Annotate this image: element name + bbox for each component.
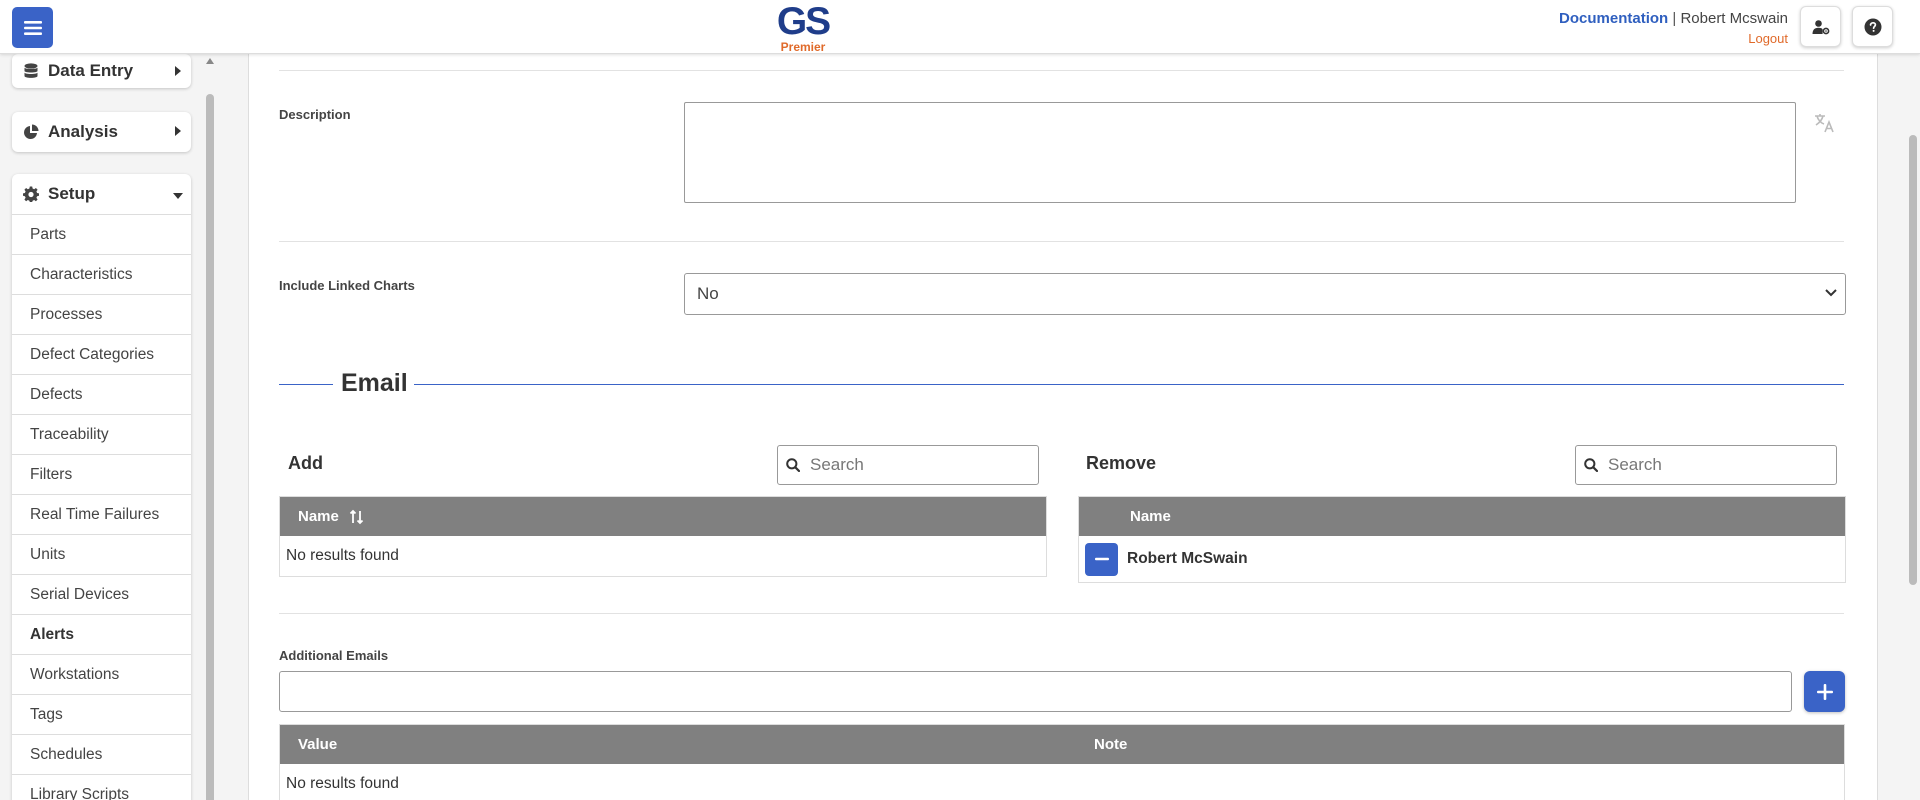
sidebar: Data Entry Analysis Setup Parts Characte… bbox=[0, 54, 200, 800]
sidebar-group-data-entry[interactable]: Data Entry bbox=[12, 54, 191, 88]
sidebar-scrollbar[interactable] bbox=[204, 54, 216, 800]
top-bar: GS Premier Documentation | Robert Mcswai… bbox=[0, 0, 1920, 54]
minus-icon bbox=[1094, 557, 1109, 561]
sidebar-item-defect-categories[interactable]: Defect Categories bbox=[12, 334, 191, 374]
additional-emails-table: Value Note No results found bbox=[279, 724, 1845, 800]
question-circle-icon bbox=[1864, 18, 1881, 35]
header-separator: | bbox=[1672, 10, 1677, 27]
sidebar-item-real-time-failures[interactable]: Real Time Failures bbox=[12, 494, 191, 534]
remove-users-table: Name Robert McSwain bbox=[1078, 496, 1846, 583]
user-cog-icon bbox=[1812, 19, 1829, 34]
sidebar-group-header[interactable]: Data Entry bbox=[12, 54, 191, 88]
user-name: Robert Mcswain bbox=[1680, 10, 1788, 27]
remove-user-button[interactable] bbox=[1085, 542, 1118, 576]
legend-line-left bbox=[279, 384, 333, 385]
include-linked-charts-label: Include Linked Charts bbox=[279, 278, 415, 293]
hamburger-icon bbox=[23, 20, 42, 35]
empty-message: No results found bbox=[286, 547, 399, 564]
help-button[interactable] bbox=[1852, 6, 1893, 47]
caret-down-icon bbox=[173, 193, 183, 199]
alert-form-panel: Description Include Linked Charts No Ema… bbox=[248, 40, 1878, 800]
user-block: Documentation | Robert Mcswain Logout bbox=[1559, 10, 1788, 46]
scroll-up-arrow-icon[interactable] bbox=[206, 58, 214, 64]
table-header: Name bbox=[280, 497, 1046, 536]
add-title: Add bbox=[288, 453, 323, 473]
caret-right-icon bbox=[175, 126, 181, 136]
sidebar-group-setup: Setup Parts Characteristics Processes De… bbox=[12, 174, 191, 800]
search-icon bbox=[1584, 458, 1598, 472]
gear-icon bbox=[22, 186, 40, 202]
sidebar-group-label: Setup bbox=[48, 184, 96, 203]
add-users-table: Name No results found bbox=[279, 496, 1047, 577]
email-section-title: Email bbox=[341, 369, 408, 397]
chevron-down-icon bbox=[1825, 289, 1837, 297]
legend-line-right bbox=[414, 384, 1844, 385]
column-header-name[interactable]: Name bbox=[298, 508, 339, 525]
logout-link[interactable]: Logout bbox=[1559, 31, 1788, 46]
sidebar-scrollbar-thumb[interactable] bbox=[206, 94, 214, 800]
column-header-note[interactable]: Note bbox=[1094, 736, 1127, 753]
sidebar-item-parts[interactable]: Parts bbox=[12, 214, 191, 254]
database-icon bbox=[22, 63, 40, 79]
remove-search-input[interactable]: Search bbox=[1575, 445, 1837, 485]
email-section-legend: Email bbox=[279, 369, 1844, 399]
sidebar-item-characteristics[interactable]: Characteristics bbox=[12, 254, 191, 294]
search-placeholder: Search bbox=[810, 455, 864, 474]
app-logo[interactable]: GS Premier bbox=[760, 0, 846, 54]
sidebar-item-units[interactable]: Units bbox=[12, 534, 191, 574]
sidebar-item-serial-devices[interactable]: Serial Devices bbox=[12, 574, 191, 614]
sidebar-item-workstations[interactable]: Workstations bbox=[12, 654, 191, 694]
sidebar-group-label: Analysis bbox=[48, 122, 118, 141]
column-header-name[interactable]: Name bbox=[1130, 508, 1171, 525]
plus-icon bbox=[1816, 683, 1833, 700]
sidebar-group-header[interactable]: Analysis bbox=[12, 112, 191, 152]
sidebar-item-processes[interactable]: Processes bbox=[12, 294, 191, 334]
user-name-cell: Robert McSwain bbox=[1127, 550, 1248, 567]
table-row: Robert McSwain bbox=[1079, 536, 1845, 582]
add-email-button[interactable] bbox=[1804, 671, 1845, 712]
sidebar-group-analysis[interactable]: Analysis bbox=[12, 112, 191, 152]
additional-email-input[interactable] bbox=[279, 671, 1792, 712]
sidebar-group-header[interactable]: Setup bbox=[12, 174, 191, 214]
page-scrollbar[interactable] bbox=[1906, 0, 1920, 800]
divider bbox=[279, 241, 1844, 242]
logo-sub-text: Premier bbox=[780, 40, 826, 54]
table-header: Value Note bbox=[280, 725, 1844, 764]
sidebar-item-defects[interactable]: Defects bbox=[12, 374, 191, 414]
divider bbox=[279, 70, 1844, 71]
sort-icon[interactable] bbox=[349, 509, 365, 525]
pie-chart-icon bbox=[22, 124, 40, 140]
page-scrollbar-thumb[interactable] bbox=[1909, 135, 1917, 585]
select-value: No bbox=[697, 284, 719, 303]
description-textarea[interactable] bbox=[684, 102, 1796, 203]
table-row: No results found bbox=[280, 536, 1046, 576]
search-icon bbox=[786, 458, 800, 472]
sidebar-item-alerts[interactable]: Alerts bbox=[12, 614, 191, 654]
sidebar-item-traceability[interactable]: Traceability bbox=[12, 414, 191, 454]
documentation-link[interactable]: Documentation bbox=[1559, 10, 1668, 27]
include-linked-charts-select[interactable]: No bbox=[684, 273, 1846, 315]
remove-title: Remove bbox=[1086, 453, 1157, 473]
logo-main-text: GS bbox=[776, 0, 831, 43]
table-row: No results found bbox=[280, 764, 1844, 800]
column-header-value[interactable]: Value bbox=[298, 736, 1094, 753]
user-settings-button[interactable] bbox=[1800, 6, 1841, 47]
divider bbox=[279, 613, 1844, 614]
menu-button[interactable] bbox=[12, 7, 53, 48]
add-search-input[interactable]: Search bbox=[777, 445, 1039, 485]
description-label: Description bbox=[279, 107, 351, 122]
translate-icon[interactable] bbox=[1814, 113, 1838, 137]
additional-emails-label: Additional Emails bbox=[279, 648, 389, 663]
empty-message: No results found bbox=[286, 775, 399, 792]
sidebar-group-label: Data Entry bbox=[48, 61, 134, 80]
search-placeholder: Search bbox=[1608, 455, 1662, 474]
caret-right-icon bbox=[175, 66, 181, 76]
table-header: Name bbox=[1079, 497, 1845, 536]
sidebar-item-schedules[interactable]: Schedules bbox=[12, 734, 191, 774]
sidebar-item-filters[interactable]: Filters bbox=[12, 454, 191, 494]
sidebar-item-tags[interactable]: Tags bbox=[12, 694, 191, 734]
sidebar-item-library-scripts[interactable]: Library Scripts bbox=[12, 774, 191, 800]
